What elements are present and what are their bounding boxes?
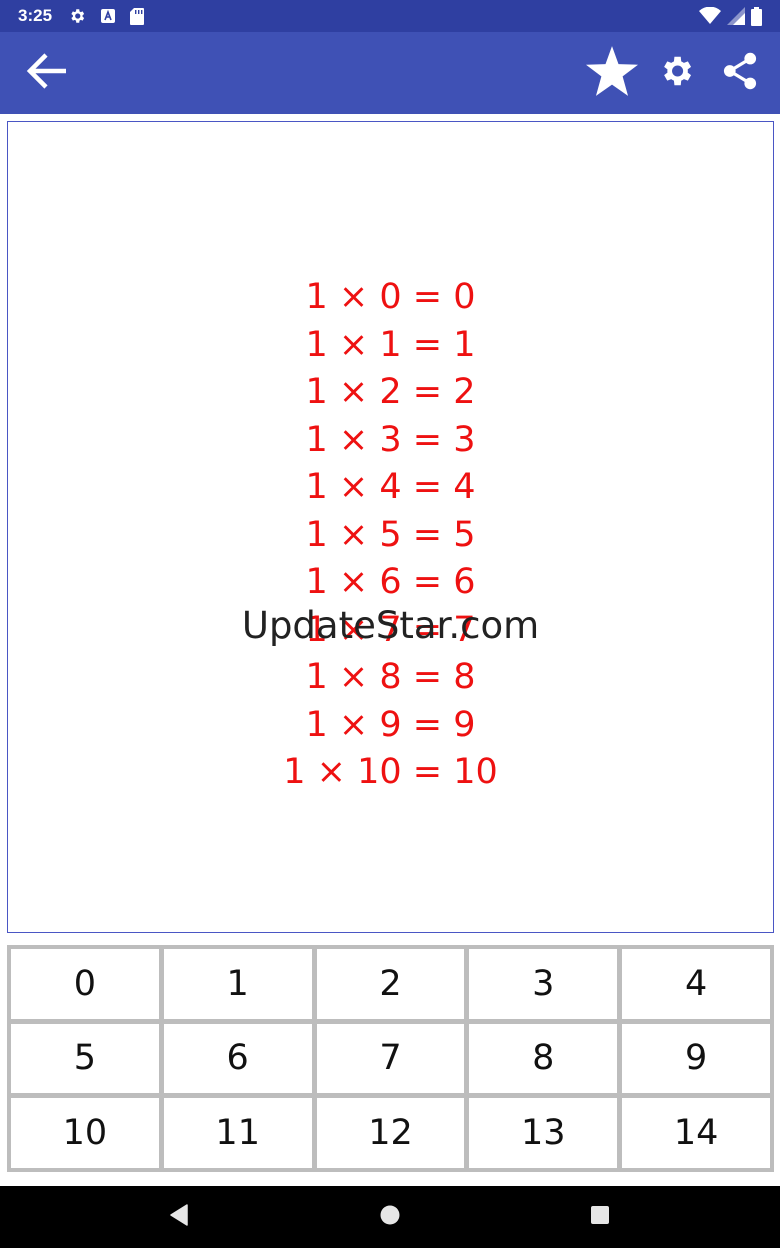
status-icons-right (699, 6, 762, 26)
key-0[interactable]: 0 (11, 949, 159, 1019)
key-2[interactable]: 2 (316, 949, 465, 1019)
back-button[interactable] (14, 32, 78, 114)
key-11[interactable]: 11 (163, 1098, 312, 1168)
table-line: 1 × 7 = 7 (305, 609, 476, 650)
table-line: 1 × 10 = 10 (283, 752, 498, 792)
key-3[interactable]: 3 (469, 949, 618, 1019)
nav-back-button[interactable] (144, 1186, 214, 1248)
key-12[interactable]: 12 (316, 1098, 465, 1168)
number-keypad: 0 1 2 3 4 5 6 7 8 9 10 11 12 13 14 (7, 945, 774, 1172)
star-icon (586, 45, 638, 101)
key-10[interactable]: 10 (11, 1098, 159, 1168)
nav-recents-button[interactable] (565, 1186, 635, 1248)
wifi-icon (699, 7, 721, 25)
home-circle-icon (379, 1204, 401, 1231)
status-bar: 3:25 (0, 0, 780, 32)
sd-card-icon (130, 7, 145, 25)
status-icons-left (68, 7, 145, 25)
arrow-left-icon (24, 51, 68, 96)
back-triangle-icon (169, 1203, 189, 1231)
key-4[interactable]: 4 (622, 949, 770, 1019)
table-line: 1 × 1 = 1 (305, 324, 476, 365)
battery-icon (751, 6, 762, 26)
table-line: 1 × 3 = 3 (305, 419, 476, 460)
text-a-icon (100, 8, 116, 24)
table-line: 1 × 0 = 0 (305, 277, 476, 317)
app-toolbar (0, 32, 780, 114)
signal-icon (727, 7, 745, 25)
table-line: 1 × 2 = 2 (305, 372, 476, 412)
key-5[interactable]: 5 (11, 1023, 159, 1094)
settings-icon (68, 7, 86, 25)
settings-button[interactable] (650, 32, 702, 114)
status-time: 3:25 (18, 6, 53, 25)
key-9[interactable]: 9 (622, 1023, 770, 1094)
key-6[interactable]: 6 (163, 1023, 312, 1094)
share-button[interactable] (714, 32, 766, 114)
table-line: 1 × 9 = 9 (305, 704, 476, 745)
recents-square-icon (590, 1205, 610, 1230)
gear-icon (657, 52, 695, 95)
table-line: 1 × 5 = 5 (305, 514, 476, 555)
key-13[interactable]: 13 (469, 1098, 618, 1168)
share-icon (722, 52, 758, 95)
table-line: 1 × 8 = 8 (305, 657, 476, 697)
table-line: 1 × 6 = 6 (305, 562, 476, 602)
table-line: 1 × 4 = 4 (305, 467, 476, 507)
multiplication-lines: 1 × 0 = 0 1 × 1 = 1 1 × 2 = 2 1 × 3 = 3 … (8, 274, 773, 797)
nav-home-button[interactable] (355, 1186, 425, 1248)
key-7[interactable]: 7 (316, 1023, 465, 1094)
system-navigation-bar (0, 1186, 780, 1248)
key-8[interactable]: 8 (469, 1023, 618, 1094)
multiplication-table-panel: 1 × 0 = 0 1 × 1 = 1 1 × 2 = 2 1 × 3 = 3 … (7, 121, 774, 933)
key-1[interactable]: 1 (163, 949, 312, 1019)
favorite-button[interactable] (582, 32, 642, 114)
key-14[interactable]: 14 (622, 1098, 770, 1168)
